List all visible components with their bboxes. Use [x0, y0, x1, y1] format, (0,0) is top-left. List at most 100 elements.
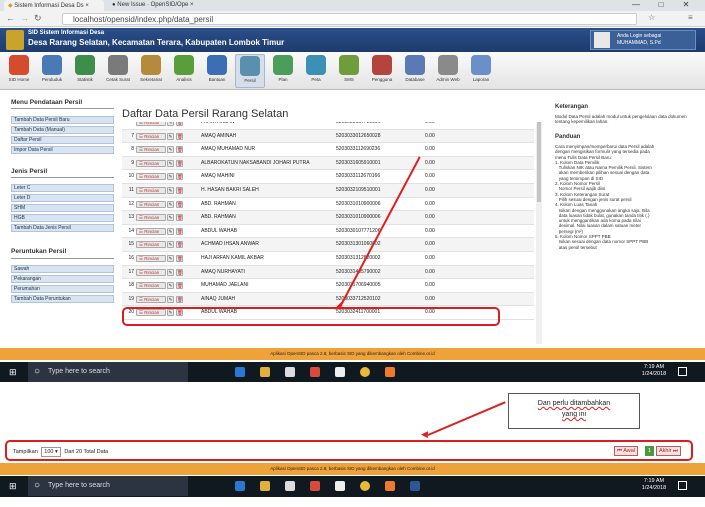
store-icon[interactable]	[285, 367, 295, 377]
rincian-button[interactable]: ☰ Rincian	[136, 268, 166, 276]
xampp-icon[interactable]	[385, 367, 395, 377]
browser-tab-sid[interactable]: ◆ Sistem Informasi Desa Ds ×	[4, 0, 104, 11]
current-page-button[interactable]: 1	[645, 446, 654, 456]
notification-icon[interactable]	[678, 481, 687, 490]
edit-icon[interactable]: ✎	[167, 268, 174, 276]
toolbar-admin-web[interactable]: Admin Web	[433, 54, 463, 88]
edit-icon[interactable]: ✎	[167, 254, 174, 262]
reload-icon[interactable]: ↻	[34, 13, 42, 24]
rincian-button[interactable]: ☰ Rincian	[136, 159, 166, 167]
delete-icon[interactable]: 🗑	[176, 282, 183, 290]
edit-icon[interactable]: ✎	[167, 295, 174, 303]
toolbar-pengguna[interactable]: Pengguna	[367, 54, 397, 88]
sidebar-item-daftar-persil[interactable]: Daftar Persil	[11, 136, 114, 144]
sidebar-item-leter-c[interactable]: Leter C	[11, 184, 114, 192]
delete-icon[interactable]: 🗑	[176, 122, 183, 126]
windows-start-icon[interactable]: ⊞	[9, 481, 17, 492]
rincian-button[interactable]: ☰ Rincian	[136, 200, 166, 208]
toolbar-cetak-surat[interactable]: Cetak Surat	[103, 54, 133, 88]
windows-start-icon[interactable]: ⊞	[9, 367, 17, 378]
rincian-button[interactable]: ☰ Rincian	[136, 295, 166, 303]
url-input[interactable]: localhost/opensid/index.php/data_persil	[62, 13, 637, 25]
toolbar-penduduk[interactable]: Penduduk	[37, 54, 67, 88]
first-page-button[interactable]: ⏮ Awal	[614, 446, 639, 456]
edit-icon[interactable]: ✎	[167, 146, 174, 154]
rincian-button[interactable]: ☰ Rincian	[136, 241, 166, 249]
delete-icon[interactable]: 🗑	[176, 132, 183, 140]
office-icon[interactable]	[310, 367, 320, 377]
mail-icon[interactable]	[335, 367, 345, 377]
sidebar-item-tambah-jenis[interactable]: Tambah Data Jenis Persil	[11, 224, 114, 232]
toolbar-sid-home[interactable]: SID Home	[4, 54, 34, 88]
edit-icon[interactable]: ✎	[167, 186, 174, 194]
taskbar-clock[interactable]: 7:19 AM 1/24/2018	[636, 364, 672, 378]
toolbar-database[interactable]: Database	[400, 54, 430, 88]
back-icon[interactable]: ←	[6, 13, 15, 23]
toolbar-sms[interactable]: SMS	[334, 54, 364, 88]
rincian-button[interactable]: ☰ Rincian	[136, 173, 166, 181]
rincian-button[interactable]: ☰ Rincian	[136, 186, 166, 194]
toolbar-sekretariat[interactable]: Sekretariat	[136, 54, 166, 88]
sidebar-item-pekarangan[interactable]: Pekarangan	[11, 275, 114, 283]
rincian-button[interactable]: ☰ Rincian	[136, 227, 166, 235]
taskbar-search-input[interactable]: Type here to search	[28, 362, 188, 382]
taskbar-search-input[interactable]: Type here to search	[28, 476, 188, 496]
toolbar-persil[interactable]: Persil	[235, 54, 265, 88]
file-explorer-icon[interactable]	[260, 367, 270, 377]
rincian-button[interactable]: ☰ Rincian	[136, 254, 166, 262]
sidebar-item-tambah-baru[interactable]: Tambah Data Persil Baru	[11, 116, 114, 124]
rincian-button[interactable]: ☰ Rincian	[136, 122, 166, 126]
chrome-icon[interactable]	[360, 367, 370, 377]
edit-icon[interactable]: ✎	[167, 214, 174, 222]
delete-icon[interactable]: 🗑	[176, 186, 183, 194]
scrollbar-thumb[interactable]	[537, 122, 541, 202]
xampp-icon[interactable]	[385, 481, 395, 491]
browser-tab-github[interactable]: ● New Issue · OpenSID/Ope ×	[108, 0, 208, 11]
minimize-button[interactable]: —	[625, 0, 647, 11]
mail-icon[interactable]	[335, 481, 345, 491]
toolbar-peta[interactable]: Peta	[301, 54, 331, 88]
toolbar-plan[interactable]: Plan	[268, 54, 298, 88]
edit-icon[interactable]: ✎	[167, 227, 174, 235]
bookmark-star-icon[interactable]: ☆	[648, 13, 655, 22]
delete-icon[interactable]: 🗑	[176, 159, 183, 167]
rincian-button[interactable]: ☰ Rincian	[136, 282, 166, 290]
edit-icon[interactable]: ✎	[167, 132, 174, 140]
notification-icon[interactable]	[678, 367, 687, 376]
edge-icon[interactable]	[235, 367, 245, 377]
page-size-select[interactable]: 100 ▾	[41, 447, 61, 457]
toolbar-bantuan[interactable]: Bantuan	[202, 54, 232, 88]
file-explorer-icon[interactable]	[260, 481, 270, 491]
sidebar-item-perumahan[interactable]: Perumahan	[11, 285, 114, 293]
chrome-icon[interactable]	[360, 481, 370, 491]
delete-icon[interactable]: 🗑	[176, 241, 183, 249]
delete-icon[interactable]: 🗑	[176, 146, 183, 154]
edit-icon[interactable]: ✎	[167, 282, 174, 290]
edit-icon[interactable]: ✎	[167, 241, 174, 249]
maximize-button[interactable]: □	[650, 0, 672, 11]
delete-icon[interactable]: 🗑	[176, 295, 183, 303]
rincian-button[interactable]: ☰ Rincian	[136, 214, 166, 222]
browser-menu-icon[interactable]: ≡	[688, 13, 693, 22]
forward-icon[interactable]: →	[20, 13, 29, 23]
delete-icon[interactable]: 🗑	[176, 227, 183, 235]
taskbar-clock[interactable]: 7:19 AM 1/24/2018	[636, 478, 672, 492]
rincian-button[interactable]: ☰ Rincian	[136, 146, 166, 154]
delete-icon[interactable]: 🗑	[176, 173, 183, 181]
toolbar-laporan[interactable]: Laporan	[466, 54, 496, 88]
last-page-button[interactable]: Akhir ⏭	[656, 446, 682, 456]
word-icon[interactable]	[410, 481, 420, 491]
delete-icon[interactable]: 🗑	[176, 254, 183, 262]
edit-icon[interactable]: ✎	[167, 200, 174, 208]
sidebar-item-shm[interactable]: SHM	[11, 204, 114, 212]
close-window-button[interactable]: ✕	[675, 0, 697, 11]
store-icon[interactable]	[285, 481, 295, 491]
toolbar-statistik[interactable]: Statistik	[70, 54, 100, 88]
edge-icon[interactable]	[235, 481, 245, 491]
office-icon[interactable]	[310, 481, 320, 491]
toolbar-analisis[interactable]: Analisis	[169, 54, 199, 88]
sidebar-item-leter-d[interactable]: Leter D	[11, 194, 114, 202]
sidebar-item-impor[interactable]: Impor Data Persil	[11, 146, 114, 154]
edit-icon[interactable]: ✎	[167, 173, 174, 181]
delete-icon[interactable]: 🗑	[176, 200, 183, 208]
